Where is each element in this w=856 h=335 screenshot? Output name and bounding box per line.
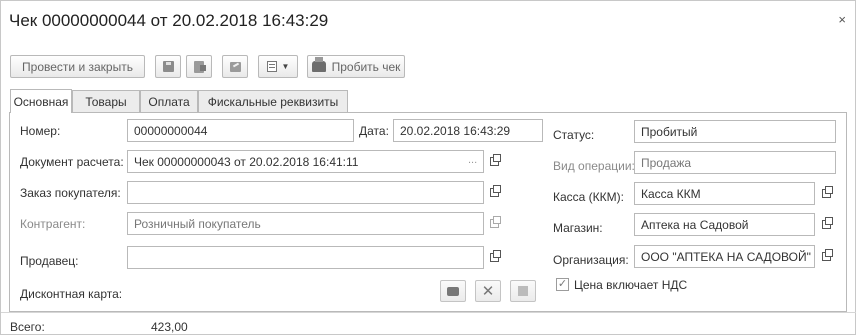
close-icon[interactable]: × xyxy=(838,12,846,27)
open-organization-button[interactable] xyxy=(816,245,836,268)
discount-card-info-button[interactable] xyxy=(510,280,536,302)
store-label: Магазин: xyxy=(553,221,603,235)
print-receipt-button[interactable]: Пробить чек xyxy=(307,55,405,78)
print-receipt-label: Пробить чек xyxy=(331,59,401,74)
footer-divider xyxy=(1,312,856,313)
store-field[interactable]: Аптека на Садовой xyxy=(634,213,815,236)
operation-type-label: Вид операции: xyxy=(553,159,635,173)
operation-type-field: Продажа xyxy=(634,151,836,174)
vat-included-checkbox[interactable]: ✓ xyxy=(556,278,569,291)
tab-payment[interactable]: Оплата xyxy=(140,90,198,112)
status-field: Пробитый xyxy=(634,120,836,143)
open-counterparty-button[interactable] xyxy=(484,212,504,235)
open-icon xyxy=(489,154,501,166)
tab-goods[interactable]: Товары xyxy=(72,90,140,112)
payment-document-field[interactable]: Чек 00000000043 от 20.02.2018 16:41:11 xyxy=(127,150,484,173)
open-icon xyxy=(821,186,833,198)
seller-label: Продавец: xyxy=(20,254,79,268)
organization-field[interactable]: ООО "АПТЕКА НА САДОВОЙ" xyxy=(634,245,815,268)
open-icon xyxy=(489,185,501,197)
payment-document-label: Документ расчета: xyxy=(20,155,124,169)
more-actions-button[interactable]: ▼ xyxy=(258,55,298,78)
save-icon xyxy=(162,61,174,72)
chevron-down-icon: ▼ xyxy=(281,62,290,71)
open-seller-button[interactable] xyxy=(484,246,504,269)
post-document-icon xyxy=(194,60,206,73)
number-label: Номер: xyxy=(20,124,61,138)
info-square-icon xyxy=(518,286,528,296)
open-icon xyxy=(489,216,501,228)
edit-icon xyxy=(229,61,241,72)
vat-included-label: Цена включает НДС xyxy=(574,278,688,292)
tab-fiscal-details[interactable]: Фискальные реквизиты xyxy=(198,90,348,112)
save-button[interactable] xyxy=(155,55,181,78)
open-icon xyxy=(821,217,833,229)
list-icon xyxy=(266,61,277,72)
counterparty-field: Розничный покупатель xyxy=(127,212,484,235)
receipt-window: Чек 00000000044 от 20.02.2018 16:43:29 ×… xyxy=(0,0,856,335)
window-title: Чек 00000000044 от 20.02.2018 16:43:29 xyxy=(9,11,329,30)
total-value: 423,00 xyxy=(151,320,188,334)
tab-main[interactable]: Основная xyxy=(10,89,72,113)
customer-order-field[interactable] xyxy=(127,181,484,204)
discount-card-label: Дисконтная карта: xyxy=(20,287,123,301)
clear-discount-card-button[interactable]: ✕ xyxy=(475,280,501,302)
open-icon xyxy=(821,249,833,261)
counterparty-label: Контрагент: xyxy=(20,217,86,231)
post-and-close-button[interactable]: Провести и закрыть xyxy=(10,55,145,78)
organization-label: Организация: xyxy=(553,253,629,267)
date-field[interactable]: 20.02.2018 16:43:29 xyxy=(393,119,543,142)
card-icon xyxy=(447,286,459,296)
printer-icon xyxy=(311,57,326,72)
open-payment-document-button[interactable] xyxy=(484,150,504,173)
read-discount-card-button[interactable] xyxy=(440,280,466,302)
close-icon: ✕ xyxy=(481,282,495,300)
cash-register-label: Касса (ККМ): xyxy=(553,190,624,204)
open-cash-register-button[interactable] xyxy=(816,182,836,205)
number-field[interactable]: 00000000044 xyxy=(127,119,354,142)
status-label: Статус: xyxy=(553,128,595,142)
seller-field[interactable] xyxy=(127,246,484,269)
customer-order-label: Заказ покупателя: xyxy=(20,186,121,200)
choose-button[interactable]: ... xyxy=(468,154,477,166)
edit-button[interactable] xyxy=(222,55,248,78)
total-label: Всего: xyxy=(10,320,45,334)
date-label: Дата: xyxy=(359,124,389,138)
open-customer-order-button[interactable] xyxy=(484,181,504,204)
open-icon xyxy=(489,250,501,262)
post-button[interactable] xyxy=(186,55,212,78)
open-store-button[interactable] xyxy=(816,213,836,236)
cash-register-field[interactable]: Касса ККМ xyxy=(634,182,815,205)
